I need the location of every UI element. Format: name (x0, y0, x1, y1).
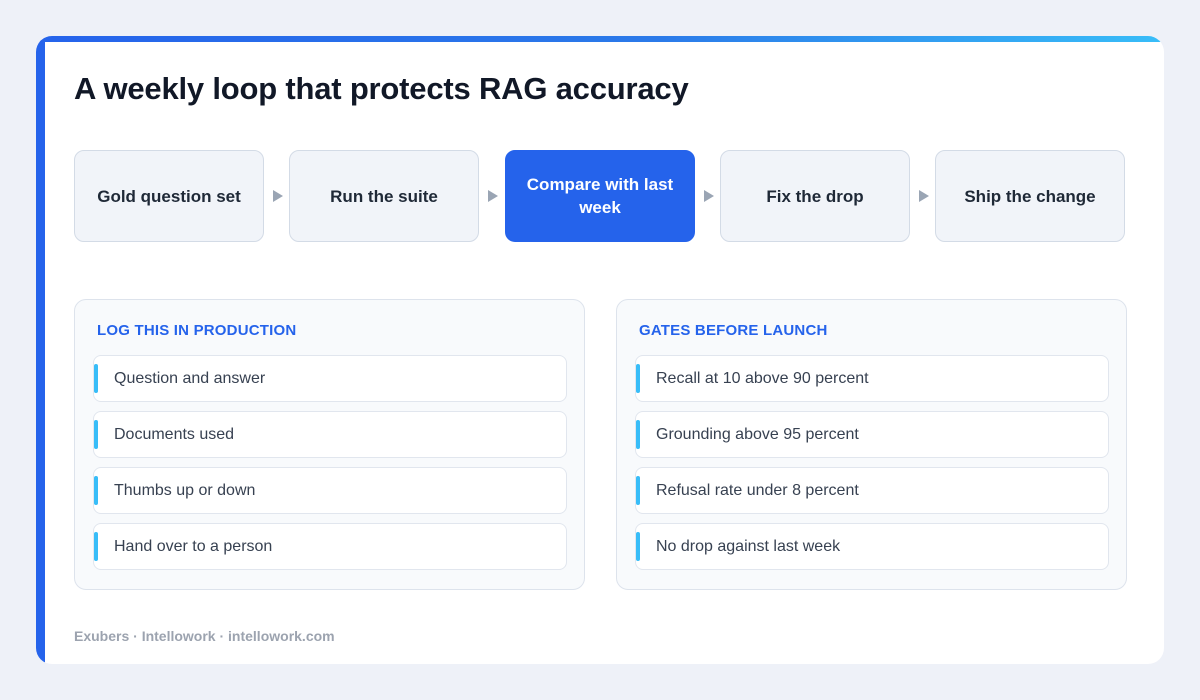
triangle-right-icon (919, 190, 929, 202)
triangle-right-icon (704, 190, 714, 202)
item-accent-bar (94, 476, 98, 505)
triangle-right-icon (273, 190, 283, 202)
panel-heading: GATES BEFORE LAUNCH (639, 322, 828, 339)
footer-credits: Exubers · Intellowork · intellowork.com (74, 628, 335, 644)
list-item: Grounding above 95 percent (635, 411, 1109, 458)
list-item-label: Documents used (114, 425, 235, 443)
list-item: No drop against last week (635, 523, 1109, 570)
item-accent-bar (636, 532, 640, 561)
list-item: Hand over to a person (93, 523, 567, 570)
panel-heading: LOG THIS IN PRODUCTION (97, 322, 297, 339)
left-accent-bar (36, 36, 45, 664)
list-item: Thumbs up or down (93, 467, 567, 514)
item-accent-bar (636, 420, 640, 449)
list-item: Question and answer (93, 355, 567, 402)
flow-step-gold-question-set: Gold question set (74, 150, 264, 242)
top-accent-bar (36, 36, 1164, 42)
list-item-label: No drop against last week (656, 537, 841, 555)
main-card: A weekly loop that protects RAG accuracy… (36, 36, 1164, 664)
item-accent-bar (94, 420, 98, 449)
process-flow: Gold question set Run the suite Compare … (74, 150, 1127, 242)
list-item-label: Refusal rate under 8 percent (656, 481, 859, 499)
list-item: Refusal rate under 8 percent (635, 467, 1109, 514)
gates-list: Recall at 10 above 90 percent Grounding … (635, 355, 1109, 579)
list-item-label: Thumbs up or down (114, 481, 256, 499)
item-accent-bar (94, 364, 98, 393)
flow-step-fix-the-drop: Fix the drop (720, 150, 910, 242)
list-item-label: Recall at 10 above 90 percent (656, 369, 869, 387)
list-item-label: Question and answer (114, 369, 266, 387)
flow-step-compare-with-last-week: Compare with last week (505, 150, 695, 242)
item-accent-bar (94, 532, 98, 561)
list-item-label: Grounding above 95 percent (656, 425, 859, 443)
triangle-right-icon (488, 190, 498, 202)
flow-step-run-the-suite: Run the suite (289, 150, 479, 242)
log-list: Question and answer Documents used Thumb… (93, 355, 567, 579)
item-accent-bar (636, 476, 640, 505)
log-in-production-panel: LOG THIS IN PRODUCTION Question and answ… (74, 299, 585, 590)
flow-step-ship-the-change: Ship the change (935, 150, 1125, 242)
page-title: A weekly loop that protects RAG accuracy (74, 71, 689, 106)
gates-before-launch-panel: GATES BEFORE LAUNCH Recall at 10 above 9… (616, 299, 1127, 590)
list-item: Recall at 10 above 90 percent (635, 355, 1109, 402)
list-item-label: Hand over to a person (114, 537, 273, 555)
item-accent-bar (636, 364, 640, 393)
list-item: Documents used (93, 411, 567, 458)
